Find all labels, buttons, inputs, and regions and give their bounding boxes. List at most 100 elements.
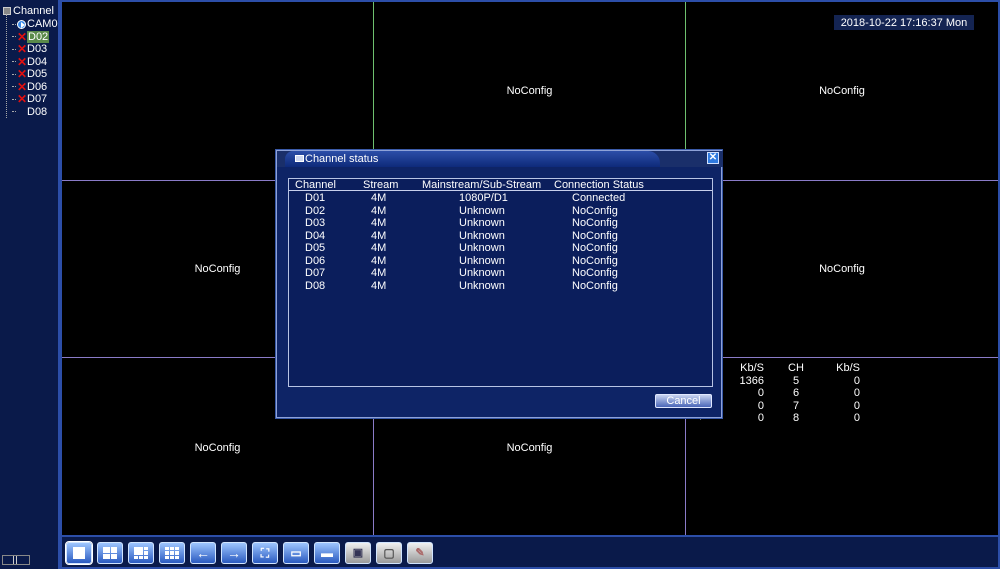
cancel-button[interactable]: Cancel xyxy=(655,394,712,408)
kbs-value: 0 xyxy=(853,399,860,412)
connection-status-cell: NoConfig xyxy=(572,204,618,217)
table-row: D06 4M Unknown NoConfig xyxy=(289,255,712,268)
bitrate-col-3: Kb/S 0 0 0 0 xyxy=(830,362,860,425)
kbs-value: 0 xyxy=(853,412,860,424)
mainstream-cell: Unknown xyxy=(459,254,505,267)
fullscreen-icon: ⛶ xyxy=(260,546,270,560)
close-button[interactable]: ✕ xyxy=(707,152,719,164)
stream-cell: 4M xyxy=(371,267,387,279)
next-button[interactable]: → xyxy=(221,542,247,564)
sidebar-item-d03[interactable]: ✕ D03 xyxy=(12,43,47,55)
bottom-toolbar: ← → ⛶ ▭ ▬ ▣ ▢ ✎ xyxy=(60,535,1000,569)
close-icon: ✕ xyxy=(708,152,718,163)
x-icon: ✕ xyxy=(17,67,28,81)
ch-value: 7 xyxy=(792,399,800,412)
table-row: D02 4M Unknown NoConfig xyxy=(289,205,712,218)
connection-status-cell: NoConfig xyxy=(572,242,618,254)
x-icon: ✕ xyxy=(17,92,28,106)
x-icon: ✕ xyxy=(17,54,28,69)
kbs-header: Kb/S xyxy=(836,362,860,374)
channel-cell: D01 xyxy=(305,192,326,204)
kbs-value: 1366 xyxy=(739,374,764,387)
bitrate-col-ch: CH 5 6 7 8 xyxy=(786,362,806,425)
cell-label: NoConfig xyxy=(506,85,553,97)
notes-button[interactable]: ✎ xyxy=(407,542,433,564)
channel-cell: D02 xyxy=(305,204,326,217)
arrow-left-icon: ← xyxy=(196,545,210,561)
column-header-connection: Connection Status xyxy=(554,179,644,191)
image-adjust-icon: ▭ xyxy=(290,546,302,560)
notes-icon: ✎ xyxy=(415,547,425,559)
x-icon: ✕ xyxy=(17,79,28,94)
kbs-value: 0 xyxy=(757,412,764,424)
cell-label: NoConfig xyxy=(506,441,553,454)
dialog-title: Channel status xyxy=(305,153,379,165)
monitor-icon: ▬ xyxy=(321,546,333,560)
cell-label: NoConfig xyxy=(819,263,865,275)
cell-label: NoConfig xyxy=(194,263,241,275)
video-cell-6[interactable]: NoConfig xyxy=(686,181,998,357)
blank-page-button[interactable]: ▢ xyxy=(376,542,402,564)
six-view-button[interactable] xyxy=(128,542,154,564)
ch-header: CH xyxy=(788,362,804,374)
stream-cell: 4M xyxy=(371,192,387,204)
connection-status-cell: NoConfig xyxy=(572,217,618,229)
connection-status-cell: Connected xyxy=(572,192,626,204)
sidebar-item-d06[interactable]: ✕ D06 xyxy=(12,81,47,93)
column-header-mainstream: Mainstream/Sub-Stream xyxy=(422,179,542,191)
channel-sidebar: Channel CAM0 ✕ D02 ✕ D03 ✕ D04 ✕ D05 ✕ D… xyxy=(0,0,60,569)
nine-view-icon xyxy=(165,547,179,559)
table-row: D07 4M Unknown NoConfig xyxy=(289,267,712,280)
sidebar-item-label: D08 xyxy=(27,105,48,118)
quad-view-button[interactable] xyxy=(97,542,123,564)
sidebar-item-cam0[interactable]: CAM0 xyxy=(12,18,58,30)
kbs-value: 0 xyxy=(853,387,860,399)
sidebar-scrollbar[interactable] xyxy=(2,555,30,565)
arrow-right-icon: → xyxy=(227,545,241,561)
channel-status-table: Channel Stream Mainstream/Sub-Stream Con… xyxy=(288,178,713,387)
tree-node-icon xyxy=(3,7,11,15)
single-view-icon xyxy=(73,547,85,559)
tree-connector xyxy=(6,14,7,118)
datetime-display: 2018-10-22 17:16:37 Mon xyxy=(834,15,974,30)
bitrate-col-1: Kb/S 1366 0 0 0 xyxy=(734,362,764,425)
channel-cell: D06 xyxy=(305,254,326,267)
sidebar-item-label: D02 xyxy=(27,30,50,43)
sidebar-item-d08[interactable]: ✕ D08 xyxy=(12,106,47,118)
mainstream-cell: Unknown xyxy=(459,204,505,217)
mainstream-cell: Unknown xyxy=(459,279,505,292)
connection-status-cell: NoConfig xyxy=(572,229,618,242)
monitor-button[interactable]: ▬ xyxy=(314,542,340,564)
column-header-channel: Channel xyxy=(295,179,336,191)
sidebar-item-d05[interactable]: ✕ D05 xyxy=(12,68,47,80)
fullscreen-button[interactable]: ⛶ xyxy=(252,542,278,564)
mainstream-cell: 1080P/D1 xyxy=(459,192,508,204)
stream-cell: 4M xyxy=(371,229,387,242)
sidebar-item-label: D03 xyxy=(27,43,48,55)
connection-status-cell: NoConfig xyxy=(572,254,618,267)
record-button[interactable]: ▣ xyxy=(345,542,371,564)
sidebar-item-d07[interactable]: ✕ D07 xyxy=(12,93,47,105)
kbs-header: Kb/S xyxy=(740,362,764,374)
channel-cell: D05 xyxy=(305,242,326,254)
sidebar-item-d02[interactable]: ✕ D02 xyxy=(12,30,50,43)
x-icon: ✕ xyxy=(17,42,28,56)
cell-label: NoConfig xyxy=(819,85,865,97)
nine-view-button[interactable] xyxy=(159,542,185,564)
connection-status-cell: NoConfig xyxy=(572,267,618,279)
table-row: D03 4M Unknown NoConfig xyxy=(289,217,712,230)
sidebar-item-d04[interactable]: ✕ D04 xyxy=(12,56,47,68)
image-adjust-button[interactable]: ▭ xyxy=(283,542,309,564)
table-row: D01 4M 1080P/D1 Connected xyxy=(289,192,712,205)
table-row: D04 4M Unknown NoConfig xyxy=(289,230,712,243)
stream-cell: 4M xyxy=(371,279,387,292)
stream-cell: 4M xyxy=(371,242,387,254)
window-icon xyxy=(295,155,304,162)
sidebar-item-label: D06 xyxy=(27,80,48,93)
channel-cell: D08 xyxy=(305,279,326,292)
kbs-value: 0 xyxy=(853,374,860,387)
single-view-button[interactable] xyxy=(65,541,93,565)
channel-tree-root[interactable]: Channel xyxy=(3,5,54,17)
sidebar-item-label: D04 xyxy=(27,55,48,68)
previous-button[interactable]: ← xyxy=(190,542,216,564)
